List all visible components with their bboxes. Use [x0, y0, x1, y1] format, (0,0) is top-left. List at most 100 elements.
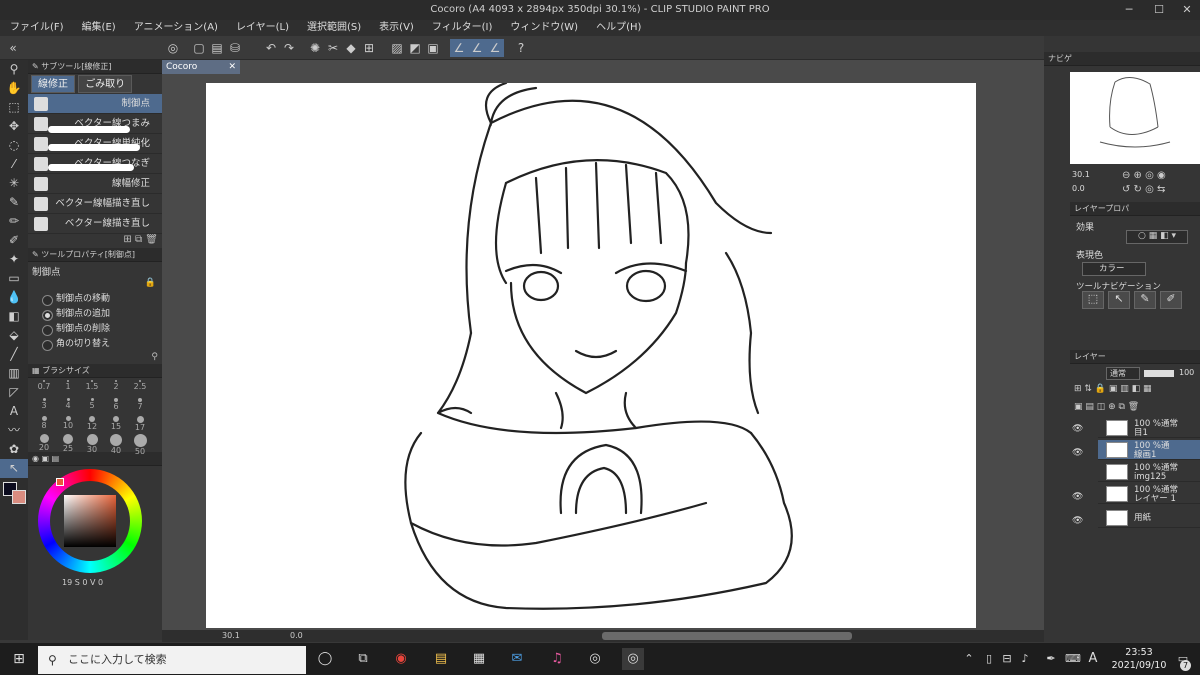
mail-icon[interactable]: ✉: [506, 648, 528, 670]
subtool-control-point[interactable]: 制御点: [28, 94, 162, 114]
snap-grid-icon[interactable]: ∠: [486, 39, 504, 57]
toolnav-control-point-icon[interactable]: ↖: [1108, 291, 1130, 309]
brush-size-cell[interactable]: 1: [56, 378, 80, 396]
layer-row-selected[interactable]: 100 %通 線画1: [1098, 440, 1200, 460]
transform-icon[interactable]: ⊞: [360, 39, 378, 57]
subtool-vector-redraw[interactable]: ベクター線描き直し: [28, 214, 162, 234]
zoom-readout[interactable]: 30.1: [222, 631, 240, 640]
color-wheel-tab-icon[interactable]: ◉ ▣ ▤: [32, 454, 59, 463]
brush-size-cell[interactable]: 20: [32, 432, 56, 452]
store-icon[interactable]: ▦: [468, 648, 490, 670]
clear-icon[interactable]: ✺: [306, 39, 324, 57]
brush-size-cell[interactable]: 4: [56, 396, 80, 414]
layer-row[interactable]: 100 %通常 img125: [1098, 462, 1200, 482]
maximize-button[interactable]: ☐: [1148, 0, 1170, 20]
option-move-point[interactable]: 制御点の移動: [28, 292, 162, 307]
selection-frame-icon[interactable]: ▣: [424, 39, 442, 57]
eraser-tool-icon[interactable]: ▭: [0, 269, 28, 288]
frame-tool-icon[interactable]: ▥: [0, 364, 28, 383]
brush-size-cell[interactable]: 25: [56, 432, 80, 453]
angle-readout[interactable]: 0.0: [290, 631, 303, 640]
layerprop-tab[interactable]: レイヤープロパ: [1074, 204, 1129, 213]
cut-icon[interactable]: ✂: [324, 39, 342, 57]
brush-size-cell[interactable]: 8: [32, 414, 56, 432]
redo-icon[interactable]: ↷: [280, 39, 298, 57]
layer-tab[interactable]: レイヤー: [1074, 352, 1106, 361]
save-icon[interactable]: ⛁: [226, 39, 244, 57]
correct-line-tool-icon[interactable]: ✿: [0, 440, 28, 459]
brush-size-cell[interactable]: 5: [80, 396, 104, 414]
layer-row[interactable]: 用紙: [1098, 508, 1200, 528]
rotate-controls-icon[interactable]: ↺ ↻ ◎ ⇆: [1122, 184, 1165, 195]
nav-angle[interactable]: 0.0: [1072, 184, 1085, 193]
subtool-line-width[interactable]: 線幅修正: [28, 174, 162, 194]
menu-file[interactable]: ファイル(F): [10, 20, 64, 36]
brush-size-cell[interactable]: 50: [128, 432, 152, 456]
sub-color-swatch[interactable]: [12, 490, 26, 504]
toolnav-width-icon[interactable]: ✐: [1160, 291, 1182, 309]
canvas-paper[interactable]: [206, 81, 976, 628]
sv-square[interactable]: [64, 495, 116, 547]
move-tool-icon[interactable]: ✥: [0, 117, 28, 136]
brush-size-cell[interactable]: 30: [80, 432, 104, 454]
menu-view[interactable]: 表示(V): [379, 20, 414, 36]
snap-special-icon[interactable]: ∠: [468, 39, 486, 57]
visibility-eye-icon[interactable]: 👁: [1072, 516, 1084, 526]
subtool-vector-width-redraw[interactable]: ベクター線幅描き直し: [28, 194, 162, 214]
tray-keyboard-icon[interactable]: ⌨: [1062, 648, 1084, 670]
color-mode-select[interactable]: カラー: [1082, 262, 1146, 276]
option-delete-point[interactable]: 制御点の削除: [28, 322, 162, 337]
subtool-settings-icon[interactable]: ⊞ ⧉ 🗑: [123, 234, 158, 245]
layer-actions-icon[interactable]: ▣ ▤ ◫ ⊕ ⧉ 🗑: [1074, 402, 1139, 412]
lock-icon[interactable]: 🔒: [145, 278, 156, 288]
operation-tool-icon[interactable]: ⬚: [0, 98, 28, 117]
balloon-tool-icon[interactable]: 〰: [0, 421, 28, 440]
option-add-point[interactable]: 制御点の追加: [28, 307, 162, 322]
visibility-eye-icon[interactable]: 👁: [1072, 492, 1084, 502]
brush-size-cell[interactable]: 17: [128, 414, 152, 432]
brush-size-cell[interactable]: 2: [104, 378, 128, 396]
ruler-tool-icon[interactable]: ◸: [0, 383, 28, 402]
tray-clock[interactable]: 23:53 2021/09/10: [1110, 646, 1168, 672]
effect-selector[interactable]: ○ ▦ ◧ ▾: [1126, 230, 1188, 244]
brush-size-cell[interactable]: 12: [80, 414, 104, 432]
brush-size-cell[interactable]: 3: [32, 396, 56, 414]
tray-pen-icon[interactable]: ✒: [1040, 648, 1062, 670]
help-icon[interactable]: ?: [512, 39, 530, 57]
pen-tool-icon[interactable]: ✎: [0, 193, 28, 212]
menu-selection[interactable]: 選択範囲(S): [307, 20, 361, 36]
decoration-tool-icon[interactable]: ✦: [0, 250, 28, 269]
search-icon[interactable]: ⚲: [151, 352, 158, 362]
itunes-icon[interactable]: ♫: [546, 648, 568, 670]
control-point-tool-icon[interactable]: ↖: [0, 459, 28, 478]
toolnav-operation-icon[interactable]: ⬚: [1082, 291, 1104, 309]
brush-size-cell[interactable]: 15: [104, 414, 128, 432]
brush-size-cell[interactable]: 10: [56, 414, 80, 432]
nav-zoom[interactable]: 30.1: [1072, 170, 1090, 179]
chrome-icon[interactable]: ◉: [390, 648, 412, 670]
brush-size-cell[interactable]: 1.5: [80, 378, 104, 396]
windows-start-icon[interactable]: ⊞: [8, 648, 30, 670]
close-button[interactable]: ✕: [1176, 0, 1198, 20]
brush-size-cell[interactable]: 6: [104, 396, 128, 414]
invert-icon[interactable]: ◩: [406, 39, 424, 57]
eyedropper-tool-icon[interactable]: ⁄: [0, 155, 28, 174]
taskbar-search[interactable]: ⚲ ここに入力して検索: [38, 646, 306, 674]
opacity-slider[interactable]: [1144, 370, 1174, 377]
menu-help[interactable]: ヘルプ(H): [596, 20, 641, 36]
clip-studio-paint-taskbar-icon[interactable]: ◎: [622, 648, 644, 670]
clip-studio-taskbar-icon[interactable]: ◎: [584, 648, 606, 670]
horizontal-scrollbar[interactable]: [602, 632, 852, 640]
navigator-preview[interactable]: [1070, 72, 1200, 164]
open-file-icon[interactable]: ▤: [208, 39, 226, 57]
text-tool-icon[interactable]: A: [0, 402, 28, 421]
color-swatches[interactable]: [0, 478, 28, 508]
navigator-tab[interactable]: ナビゲ: [1048, 54, 1072, 63]
minimize-button[interactable]: ─: [1118, 0, 1140, 20]
zoom-controls-icon[interactable]: ⊖ ⊕ ◎ ◉: [1122, 170, 1166, 181]
option-switch-corner[interactable]: 角の切り替え: [28, 337, 162, 352]
layer-row[interactable]: 100 %通常 目1: [1098, 418, 1200, 438]
tray-chevron-icon[interactable]: ⌃: [958, 648, 980, 670]
snap-ruler-icon[interactable]: ∠: [450, 39, 468, 57]
menu-edit[interactable]: 編集(E): [82, 20, 116, 36]
